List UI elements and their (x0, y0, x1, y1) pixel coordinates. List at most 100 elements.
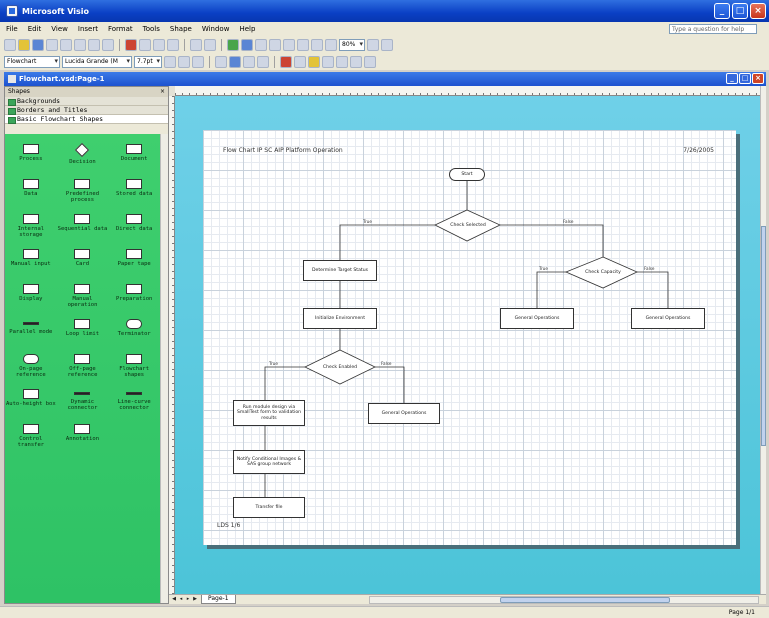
help-search-input[interactable]: Type a question for help (669, 24, 757, 34)
menu-file[interactable]: File (6, 25, 18, 33)
menu-help[interactable]: Help (239, 25, 255, 33)
flow-start[interactable]: Start (449, 168, 485, 181)
stencil-shape-item[interactable]: Stored data (108, 175, 160, 209)
vertical-scrollbar[interactable] (760, 86, 766, 594)
connector-tool-icon[interactable] (269, 38, 281, 51)
shadow-icon[interactable] (364, 55, 376, 68)
shapes-icon[interactable] (227, 38, 239, 51)
undo-icon[interactable] (190, 38, 202, 51)
shapes-scrollbar[interactable] (160, 134, 168, 603)
vertical-scroll-thumb[interactable] (761, 226, 766, 446)
copy-icon[interactable] (139, 38, 151, 51)
flow-process-initialize[interactable]: Initialize Environment (303, 308, 377, 329)
drawing-page[interactable]: Flow Chart IP SC AIP Platform Operation … (203, 130, 736, 545)
text-tool-icon[interactable] (283, 38, 295, 51)
doc-close-button[interactable]: × (752, 73, 764, 84)
stencil-shape-item[interactable]: Flowchart shapes (108, 350, 160, 384)
minimize-button[interactable]: _ (714, 3, 730, 19)
help-icon[interactable] (367, 38, 379, 51)
print-icon[interactable] (74, 38, 86, 51)
stencil-shape-item[interactable]: Decision (57, 140, 109, 174)
stencil-shape-item[interactable]: Off-page reference (57, 350, 109, 384)
stencil-shape-item[interactable]: Internal storage (5, 210, 57, 244)
menu-shape[interactable]: Shape (170, 25, 192, 33)
doc-minimize-button[interactable]: _ (726, 73, 738, 84)
underline-icon[interactable] (192, 55, 204, 68)
stencil-shape-item[interactable]: Line-curve connector (108, 385, 160, 419)
stencil-shape-item[interactable]: Data (5, 175, 57, 209)
justify-icon[interactable] (257, 55, 269, 68)
new-icon[interactable] (4, 38, 16, 51)
stencil-shape-item[interactable]: Manual input (5, 245, 57, 279)
horizontal-scrollbar[interactable] (369, 596, 759, 604)
print-preview-icon[interactable] (88, 38, 100, 51)
stencil-basic-flowchart[interactable]: Basic Flowchart Shapes (5, 115, 168, 124)
stencil-shape-item[interactable]: Predefined process (57, 175, 109, 209)
flow-process-transfer[interactable]: Transfer file (233, 497, 305, 518)
menu-view[interactable]: View (51, 25, 68, 33)
drawing-canvas[interactable]: Flow Chart IP SC AIP Platform Operation … (175, 96, 760, 594)
maximize-button[interactable]: □ (732, 3, 748, 19)
spelling-icon[interactable] (102, 38, 114, 51)
stencil-backgrounds[interactable]: Backgrounds (5, 97, 168, 106)
line-color-icon[interactable] (294, 55, 306, 68)
line-ends-icon[interactable] (350, 55, 362, 68)
bold-icon[interactable] (164, 55, 176, 68)
menu-format[interactable]: Format (108, 25, 133, 33)
align-center-icon[interactable] (229, 55, 241, 68)
menu-insert[interactable]: Insert (78, 25, 98, 33)
toolbar-options-icon[interactable] (381, 38, 393, 51)
cut-icon[interactable] (125, 38, 137, 51)
close-button[interactable]: × (750, 3, 766, 19)
line-weight-icon[interactable] (322, 55, 334, 68)
font-combo[interactable]: Lucida Grande (M (62, 55, 132, 68)
next-page-icon[interactable]: ▸ (185, 596, 191, 603)
align-right-icon[interactable] (243, 55, 255, 68)
stencil-shape-item[interactable]: Paper tape (108, 245, 160, 279)
close-panel-icon[interactable]: × (160, 87, 165, 97)
stencil-shape-item[interactable]: Process (5, 140, 57, 174)
align-left-icon[interactable] (215, 55, 227, 68)
flow-process-general-3[interactable]: General Operations (368, 403, 440, 424)
prev-page-icon[interactable]: ◂ (178, 596, 184, 603)
flow-decision-2[interactable]: Check Capacity (571, 267, 635, 278)
flow-decision-3[interactable]: Check Enabled (309, 362, 371, 373)
pointer-tool-icon[interactable] (255, 38, 267, 51)
open-icon[interactable] (18, 38, 30, 51)
font-size-combo[interactable]: 7.7pt (134, 55, 162, 68)
stencil-shape-item[interactable]: Manual operation (57, 280, 109, 314)
stencil-shape-item[interactable]: Document (108, 140, 160, 174)
last-page-icon[interactable]: ▶ (192, 596, 198, 603)
rectangle-tool-icon[interactable] (297, 38, 309, 51)
stencil-shape-item[interactable]: Display (5, 280, 57, 314)
flow-process-general-2[interactable]: General Operations (631, 308, 705, 329)
flow-process-general-1[interactable]: General Operations (500, 308, 574, 329)
flow-process-run-module[interactable]: Run module design via SmallTest form to … (233, 400, 305, 426)
stencil-shape-item[interactable]: Card (57, 245, 109, 279)
stencil-shape-item[interactable]: Dynamic connector (57, 385, 109, 419)
flow-process-determine[interactable]: Determine Target Status (303, 260, 377, 281)
format-painter-icon[interactable] (167, 38, 179, 51)
line-tool-icon[interactable] (311, 38, 323, 51)
stencil-shape-item[interactable]: Sequential data (57, 210, 109, 244)
style-combo[interactable]: Flowchart (4, 55, 60, 68)
zoom-combo[interactable]: 80% (339, 38, 365, 51)
stencil-shape-item[interactable]: Auto-height box (5, 385, 57, 419)
stencil-shape-item[interactable]: Preparation (108, 280, 160, 314)
stencil-shape-item[interactable]: Terminator (108, 315, 160, 349)
flow-process-notify[interactable]: Notify Conditional Images & SAS group ne… (233, 450, 305, 474)
permission-icon[interactable] (46, 38, 58, 51)
connector-icon[interactable] (241, 38, 253, 51)
flow-decision-1[interactable]: Check Selected (439, 220, 497, 231)
first-page-icon[interactable]: ◀ (171, 596, 177, 603)
save-icon[interactable] (32, 38, 44, 51)
stamp-tool-icon[interactable] (325, 38, 337, 51)
line-pattern-icon[interactable] (336, 55, 348, 68)
stencil-shape-item[interactable]: Parallel mode (5, 315, 57, 349)
font-color-icon[interactable] (280, 55, 292, 68)
horizontal-scroll-thumb[interactable] (500, 597, 670, 603)
stencil-shape-item[interactable]: Annotation (57, 420, 109, 454)
fill-color-icon[interactable] (308, 55, 320, 68)
menu-window[interactable]: Window (202, 25, 230, 33)
stencil-shape-item[interactable]: Loop limit (57, 315, 109, 349)
